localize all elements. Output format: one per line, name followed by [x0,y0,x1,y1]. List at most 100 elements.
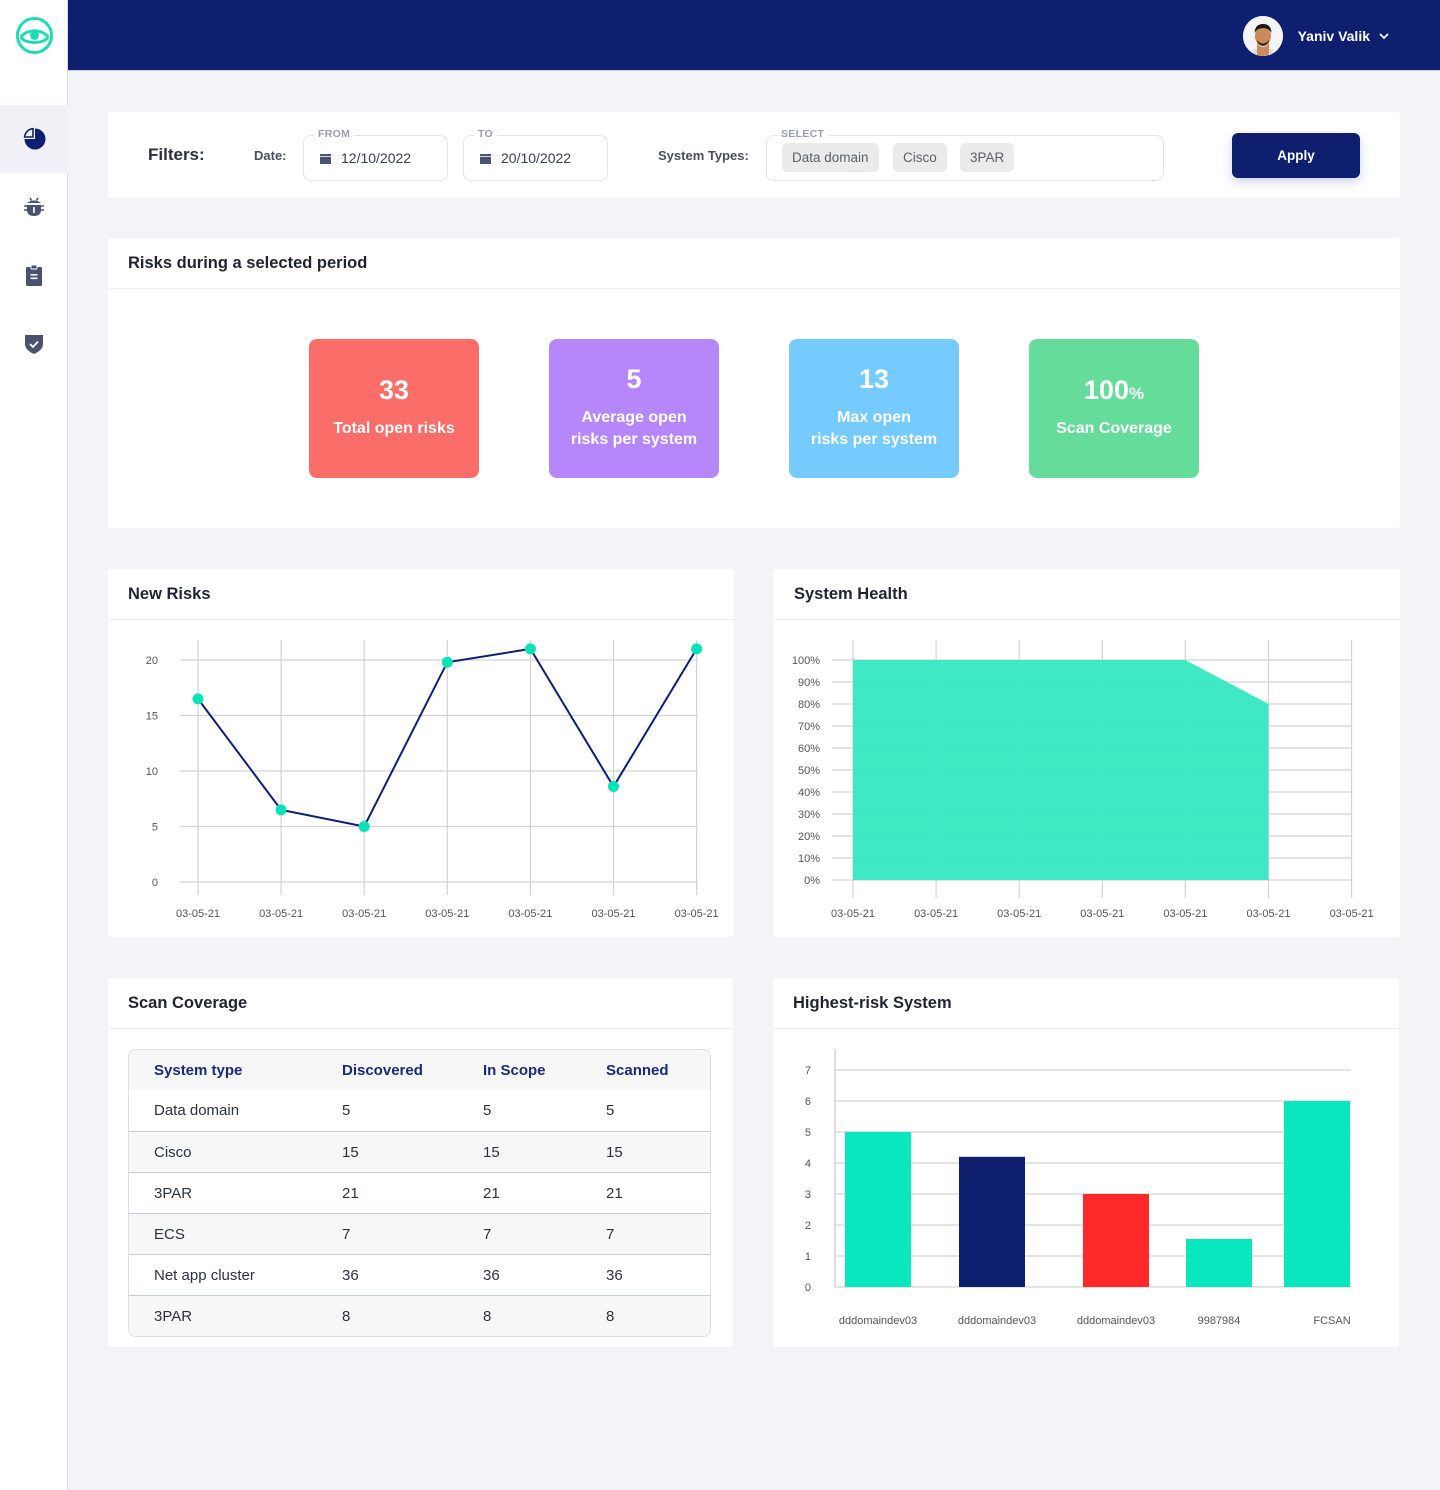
x-tick-label: 03-05-21 [914,908,958,920]
cell-scanned: 5 [606,1102,615,1119]
y-tick-label: 15 [146,711,158,723]
y-tick-label: 0 [805,1282,811,1294]
system-health-chart: 0% 10% 20% 30% 40% 50% 60% 70% 80% 90% 100% 03-05-2… [792,640,1374,920]
cell-discovered: 21 [342,1184,359,1202]
user-photo-icon [1242,16,1283,56]
x-tick-label: dddomaindev03 [1077,1315,1155,1327]
stat-average-open-risks: 5 Average open risks per system [549,339,719,478]
cell-in-scope: 8 [483,1307,492,1325]
risks-summary-title: Risks during a selected period [108,238,1400,289]
cell-discovered: 7 [342,1225,351,1243]
cell-scanned: 21 [606,1184,623,1202]
table-row: 3PAR 21 21 21 [129,1172,710,1213]
bar [1083,1194,1149,1287]
select-legend: SELECT [777,128,829,140]
shield-check-icon [25,335,43,354]
table-row: ECS 7 7 7 [129,1213,710,1254]
x-tick-label: 03-05-21 [831,908,875,920]
date-to-legend: TO [474,128,497,140]
y-tick-label: 0 [152,877,158,889]
stat-label: Total open risks [333,420,455,437]
apply-button[interactable]: Apply [1232,133,1360,178]
y-tick-label: 40% [798,787,820,799]
cell-in-scope: 21 [483,1184,500,1202]
y-tick-label: 5 [152,822,158,834]
y-tick-label: 80% [798,699,820,711]
cell-system-type: 3PAR [154,1307,193,1325]
y-tick-label: 20 [146,655,158,667]
x-tick-label: 03-05-21 [508,908,552,920]
user-name: Yaniv Valik [1297,28,1370,44]
sidebar-item-dashboard[interactable] [0,105,68,173]
bar [1284,1101,1350,1287]
stat-label: Scan Coverage [1056,420,1172,437]
date-from-value: 12/10/2022 [341,150,412,166]
data-point [608,781,619,793]
avatar[interactable] [1242,16,1283,56]
column-header-scanned[interactable]: Scanned [606,1062,706,1079]
y-tick-label: 3 [805,1189,811,1201]
new-risks-title: New Risks [108,569,734,620]
user-menu[interactable]: Yaniv Valik [1242,16,1390,56]
top-bar: Yaniv Valik [68,0,1440,71]
logo-icon[interactable] [15,16,54,55]
table-row: Data domain 5 5 5 [129,1090,710,1131]
pie-chart-icon [23,127,46,150]
date-from-field[interactable]: FROM 12/10/2022 [303,128,448,181]
date-to-field[interactable]: TO 20/10/2022 [463,128,608,181]
x-tick-label: 03-05-21 [591,908,635,920]
calendar-icon [320,153,331,164]
x-tick-label: dddomaindev03 [839,1315,917,1327]
column-header-discovered[interactable]: Discovered [342,1062,483,1079]
x-tick-label: 03-05-21 [1246,908,1290,920]
data-point [275,804,287,816]
system-health-title: System Health [774,569,1400,620]
x-tick-label: 03-05-21 [1330,908,1374,920]
column-header-in-scope[interactable]: In Scope [483,1062,606,1079]
y-tick-label: 10% [798,853,820,865]
stat-scan-coverage: 100% Scan Coverage [1029,339,1199,478]
cell-system-type: ECS [154,1225,185,1243]
y-tick-label: 7 [805,1065,811,1077]
stat-label: Max open risks per system [810,409,938,448]
filters-bar: Filters: Date: FROM 12/10/2022 TO 20/10/… [108,112,1400,198]
column-header-system-type[interactable]: System type [129,1062,342,1079]
data-point [524,643,536,655]
cell-in-scope: 7 [483,1225,492,1243]
scan-coverage-table: System type Discovered In Scope Scanned … [128,1049,711,1337]
filters-title: Filters: [148,145,205,164]
chip-data-domain[interactable]: Data domain [782,143,879,172]
data-point [358,821,370,832]
new-risks-card: New Risks 0 5 10 15 20 03-05-21 03-05-21 03-05-… [108,569,734,937]
chevron-down-icon [1379,33,1389,40]
x-tick-label: 03-05-21 [1080,908,1124,920]
y-tick-label: 90% [798,677,820,689]
bug-icon [24,197,44,216]
y-tick-label: 10 [146,766,158,778]
sidebar-item-vulnerabilities[interactable] [0,173,68,241]
y-tick-label: 2 [805,1220,811,1232]
cell-discovered: 36 [342,1266,359,1284]
y-tick-label: 6 [805,1096,811,1108]
x-tick-label: 03-05-21 [259,908,303,920]
date-from-legend: FROM [314,128,355,140]
y-tick-label: 100% [792,655,820,667]
date-to-value: 20/10/2022 [501,150,572,166]
chip-cisco[interactable]: Cisco [893,143,947,172]
y-tick-label: 0% [804,875,820,887]
table-row: Cisco 15 15 15 [129,1131,710,1172]
table-row: 3PAR 8 8 8 [129,1295,710,1336]
cell-discovered: 5 [342,1102,351,1119]
cell-system-type: Cisco [154,1143,192,1161]
x-tick-label: 03-05-21 [342,908,386,920]
sidebar-item-reports[interactable] [0,241,68,309]
sidebar-item-compliance[interactable] [0,309,68,377]
table-row: Net app cluster 36 36 36 [129,1254,710,1295]
system-health-card: System Health 0% 10% 20% 30% 40% 50% 60% 70% 80%… [774,569,1400,937]
cell-scanned: 36 [606,1266,623,1284]
stat-value: 33 [378,375,410,405]
chip-3par[interactable]: 3PAR [960,143,1015,172]
clipboard-icon [26,264,42,286]
scan-coverage-card: Scan Coverage System type Discovered In … [108,978,733,1347]
system-types-select[interactable]: SELECT Data domain Cisco 3PAR [766,128,1164,181]
